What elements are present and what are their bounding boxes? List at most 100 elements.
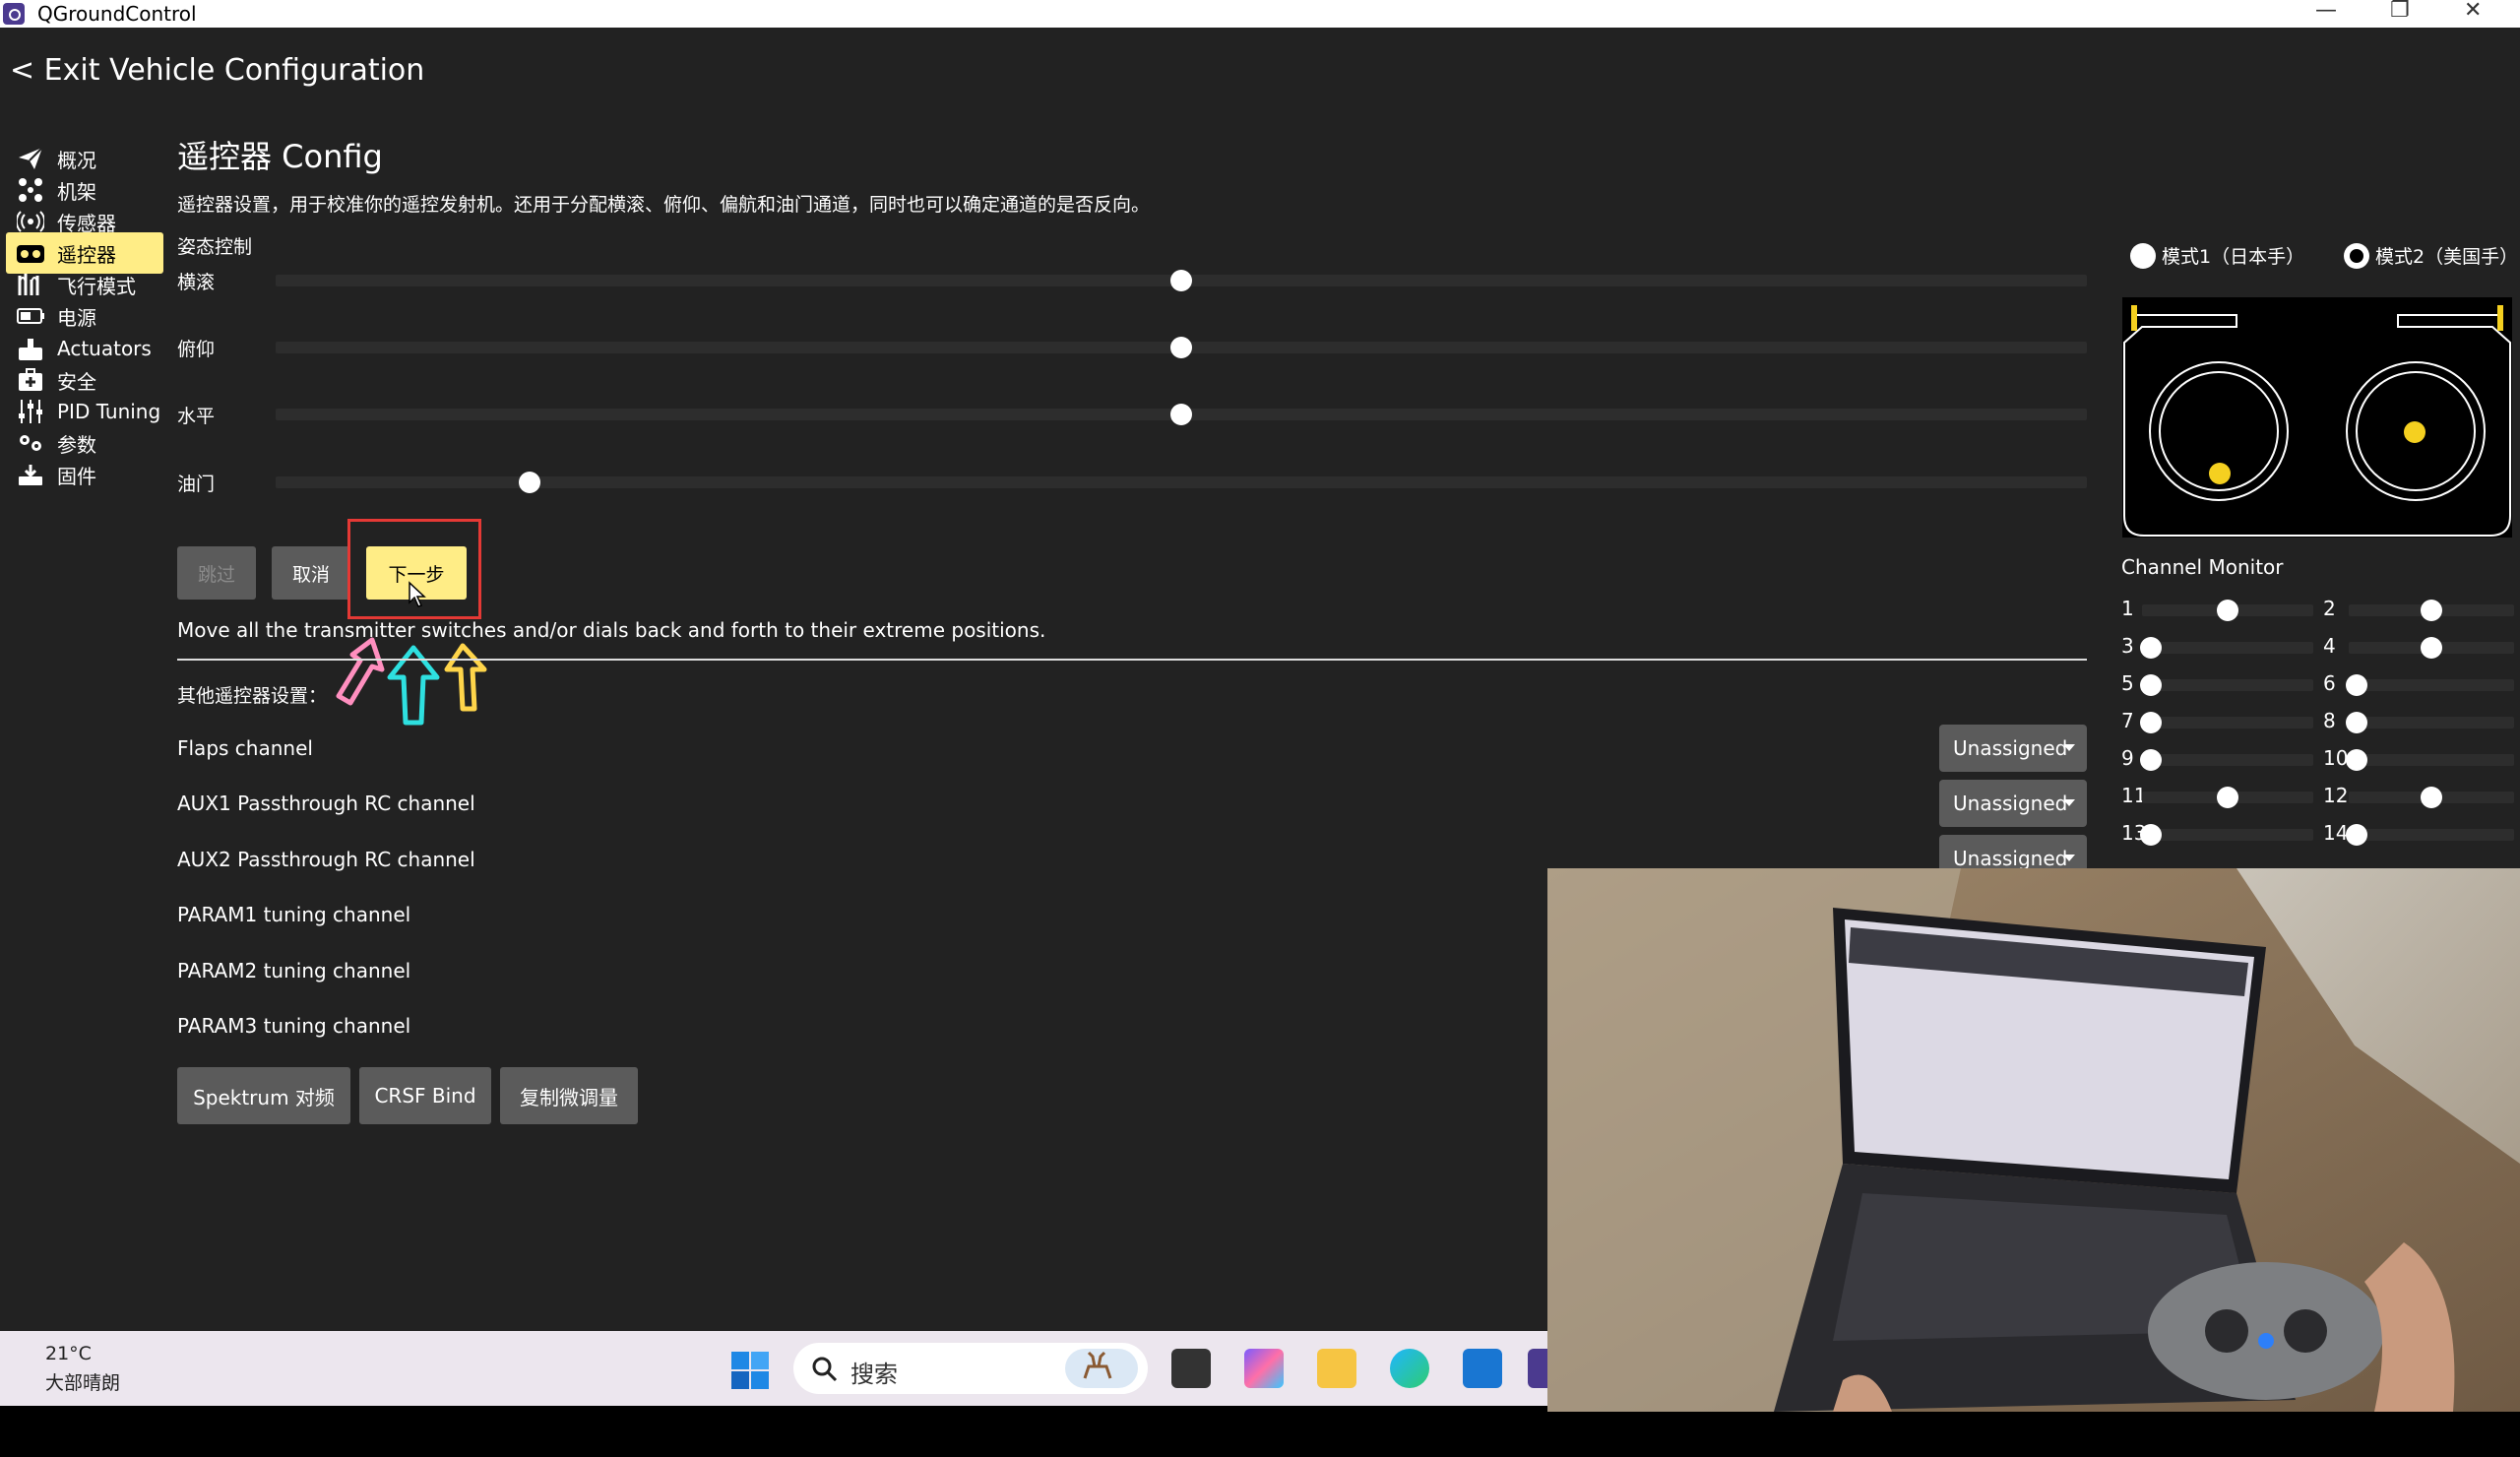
aux2-channel-label: AUX2 Passthrough RC channel xyxy=(177,848,475,871)
channel-monitor-title: Channel Monitor xyxy=(2121,555,2284,579)
throttle-label: 油门 xyxy=(177,474,216,495)
transmitter-diagram xyxy=(2122,297,2512,538)
left-stick-indicator xyxy=(2209,463,2231,484)
edge-browser-icon[interactable] xyxy=(1390,1349,1429,1388)
mode1-label: 模式1（日本手） xyxy=(2162,246,2305,268)
page-title: 遥控器 Config xyxy=(177,138,383,175)
file-explorer-icon[interactable] xyxy=(1317,1349,1356,1388)
channel-indicator xyxy=(2217,787,2238,808)
microsoft-store-icon[interactable] xyxy=(1463,1349,1502,1388)
flaps-channel-label: Flaps channel xyxy=(177,736,313,760)
channel-indicator xyxy=(2217,600,2238,621)
crsf-bind-button[interactable]: CRSF Bind xyxy=(359,1067,491,1124)
throttle-slider xyxy=(276,476,2087,488)
cyan-arrow-icon xyxy=(387,645,440,726)
sidebar-item-firmware[interactable]: 固件 xyxy=(6,454,163,495)
channel-number: 12 xyxy=(2323,784,2349,807)
param2-channel-label: PARAM2 tuning channel xyxy=(177,959,411,982)
radio-icon xyxy=(16,239,45,267)
windows-start-icon[interactable] xyxy=(730,1351,770,1390)
channel-indicator xyxy=(2421,600,2442,621)
webcam-overlay-video xyxy=(1547,868,2520,1412)
laptop-and-controller-photo xyxy=(1547,868,2520,1412)
weather-temperature: 21°C xyxy=(45,1343,92,1364)
weather-condition: 大部晴朗 xyxy=(45,1372,121,1394)
channel-indicator xyxy=(2346,712,2368,733)
instruction-message: Move all the transmitter switches and/or… xyxy=(177,618,1046,642)
channel-number: 2 xyxy=(2323,597,2336,620)
channel-number: 5 xyxy=(2121,671,2134,695)
taskbar-search-box[interactable]: 搜索 xyxy=(793,1343,1148,1394)
channel-bar xyxy=(2349,829,2514,841)
channel-number: 1 xyxy=(2121,597,2134,620)
mode2-radio[interactable]: 模式2（美国手） xyxy=(2344,242,2518,269)
right-stick-indicator xyxy=(2404,421,2426,443)
channel-bar xyxy=(2142,829,2313,841)
airframe-icon xyxy=(16,176,45,204)
channel-bar xyxy=(2349,717,2514,728)
channel-indicator xyxy=(2139,712,2162,733)
pitch-indicator xyxy=(1170,337,1192,358)
radio-button[interactable] xyxy=(2130,242,2156,269)
paper-plane-icon xyxy=(16,145,45,172)
channel-indicator xyxy=(2346,749,2368,771)
cancel-button[interactable]: 取消 xyxy=(272,546,350,600)
channel-number: 10 xyxy=(2323,746,2349,770)
caret-down-icon xyxy=(2063,799,2075,806)
exit-vehicle-config-link[interactable]: < Exit Vehicle Configuration xyxy=(10,53,424,88)
search-label: 搜索 xyxy=(850,1361,898,1388)
minimize-button[interactable]: — xyxy=(2315,0,2337,23)
caret-down-icon xyxy=(2063,855,2075,861)
caret-down-icon xyxy=(2063,744,2075,751)
mode2-label: 模式2（美国手） xyxy=(2375,246,2519,268)
copy-trims-button[interactable]: 复制微调量 xyxy=(500,1067,638,1124)
sidebar-item-label: 固件 xyxy=(57,464,96,488)
pitch-label: 俯仰 xyxy=(177,339,216,360)
channel-bar xyxy=(2142,754,2313,766)
flaps-channel-dropdown[interactable]: Unassigned xyxy=(1939,725,2087,772)
dropdown-value: Unassigned xyxy=(1953,736,2068,760)
channel-bar xyxy=(2142,679,2313,691)
qgc-app-icon xyxy=(3,3,25,25)
dropdown-value: Unassigned xyxy=(1953,847,2068,870)
channel-number: 6 xyxy=(2323,671,2336,695)
yellow-arrow-icon xyxy=(444,643,487,712)
title-bar: QGroundControl — ❐ ✕ xyxy=(0,0,2520,28)
deer-illustration-icon xyxy=(1065,1349,1138,1388)
window-title: QGroundControl xyxy=(37,2,197,26)
roll-indicator xyxy=(1170,270,1192,291)
yaw-indicator xyxy=(1170,404,1192,425)
restore-button[interactable]: ❐ xyxy=(2390,0,2410,23)
firmware-icon xyxy=(16,461,45,488)
radio-button-selected[interactable] xyxy=(2344,242,2369,269)
yaw-label: 水平 xyxy=(177,406,216,427)
attitude-control-label: 姿态控制 xyxy=(177,236,253,258)
battery-icon xyxy=(16,302,45,330)
sidebar-item-label: Actuators xyxy=(57,337,152,360)
search-icon xyxy=(812,1357,838,1382)
channel-indicator xyxy=(2421,787,2442,808)
throttle-indicator xyxy=(518,472,540,493)
close-button[interactable]: ✕ xyxy=(2464,0,2482,23)
channel-indicator xyxy=(2346,674,2368,696)
skip-button[interactable]: 跳过 xyxy=(177,546,256,600)
safety-icon xyxy=(16,366,45,394)
aux1-channel-label: AUX1 Passthrough RC channel xyxy=(177,792,475,815)
microsoft-365-icon[interactable] xyxy=(1244,1349,1284,1388)
channel-bar xyxy=(2349,754,2514,766)
flight-modes-icon xyxy=(16,271,45,298)
channel-indicator xyxy=(2346,824,2368,846)
parameters-icon xyxy=(16,429,45,457)
spektrum-bind-button[interactable]: Spektrum 对频 xyxy=(177,1067,350,1124)
task-view-icon[interactable] xyxy=(1171,1349,1211,1388)
channel-number: 7 xyxy=(2121,709,2134,732)
channel-bar xyxy=(2349,679,2514,691)
aux1-channel-dropdown[interactable]: Unassigned xyxy=(1939,780,2087,827)
mouse-cursor-icon xyxy=(409,581,426,607)
channel-indicator xyxy=(2139,749,2162,771)
channel-number: 14 xyxy=(2323,821,2349,845)
dropdown-value: Unassigned xyxy=(1953,792,2068,815)
other-settings-label: 其他遥控器设置： xyxy=(177,685,328,707)
param3-channel-label: PARAM3 tuning channel xyxy=(177,1014,411,1038)
mode1-radio[interactable]: 模式1（日本手） xyxy=(2130,242,2304,269)
